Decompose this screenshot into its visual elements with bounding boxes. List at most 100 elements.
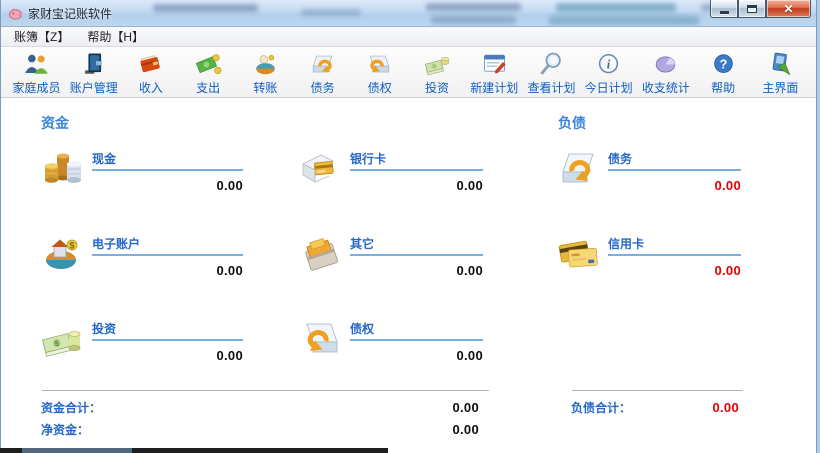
summary-panel: 资金 负债 现金 0.00	[1, 98, 816, 452]
toolbar-button-investment[interactable]: 投资	[409, 51, 466, 96]
income-wallet-icon	[136, 51, 165, 78]
asset-item-bank-card[interactable]: 银行卡 0.00	[299, 148, 483, 193]
toolbar: 家庭成员 账户管理	[1, 47, 816, 98]
item-value: 0.00	[608, 171, 741, 193]
toolbar-label: 主界面	[762, 79, 798, 96]
asset-item-cash[interactable]: 现金 0.00	[41, 148, 243, 193]
item-value: 0.00	[92, 256, 243, 278]
menu-bar: 账簿【Z】 帮助【H】	[1, 27, 816, 47]
glass-blur-artifact	[549, 16, 699, 25]
item-value: 0.00	[92, 341, 243, 363]
toolbar-label: 债务	[311, 79, 335, 96]
toolbar-button-credit[interactable]: 债权	[351, 51, 408, 96]
credit-card-icon	[557, 233, 603, 273]
minimize-button[interactable]	[710, 0, 738, 18]
item-label: 债务	[608, 152, 632, 166]
toolbar-button-view-plan[interactable]: 查看计划	[523, 51, 580, 96]
svg-text:$: $	[69, 241, 74, 251]
liabilities-section-header: 负债	[558, 113, 586, 133]
close-icon: ✕	[783, 3, 793, 15]
menu-help[interactable]: 帮助【H】	[78, 26, 153, 47]
toolbar-button-family-members[interactable]: 家庭成员	[8, 51, 65, 96]
asset-item-investment[interactable]: $ 投资 0.00	[41, 318, 243, 363]
toolbar-label: 投资	[425, 79, 449, 96]
taskbar-sliver	[0, 448, 388, 453]
debt-folder-icon	[308, 51, 337, 78]
toolbar-label: 账户管理	[70, 79, 118, 96]
asset-item-credit[interactable]: 债权 0.00	[299, 318, 483, 363]
toolbar-label: 转账	[253, 79, 277, 96]
maximize-button[interactable]	[738, 0, 766, 18]
liability-item-debt[interactable]: 债务 0.00	[557, 148, 741, 193]
item-label: 债权	[350, 322, 374, 336]
credit-folder-icon	[365, 51, 394, 78]
svg-text:i: i	[607, 57, 611, 71]
toolbar-label: 今日计划	[585, 79, 633, 96]
liabilities-total-divider	[572, 390, 743, 391]
title-bar[interactable]: 家财宝记账软件 ✕	[1, 0, 816, 27]
piggy-bank-app-icon	[8, 6, 23, 21]
taskbar-button-sliver	[22, 448, 132, 453]
restore-icon	[747, 5, 757, 13]
e-account-icon: $	[41, 233, 87, 273]
bank-card-icon	[299, 148, 345, 188]
asset-item-other[interactable]: 其它 0.00	[299, 233, 483, 278]
liabilities-total-value: 0.00	[712, 400, 739, 415]
asset-item-e-account[interactable]: $ 电子账户 0.00	[41, 233, 243, 278]
item-label: 信用卡	[608, 237, 644, 251]
toolbar-label: 新建计划	[470, 79, 518, 96]
toolbar-label: 收支统计	[642, 79, 690, 96]
net-assets-value: 0.00	[452, 422, 479, 437]
toolbar-button-transfer[interactable]: 转账	[237, 51, 294, 96]
other-box-icon	[299, 233, 345, 273]
toolbar-button-debt[interactable]: 债务	[294, 51, 351, 96]
close-button[interactable]: ✕	[766, 0, 811, 18]
liability-item-credit-card[interactable]: 信用卡 0.00	[557, 233, 741, 278]
investment-notes-icon: $	[41, 318, 87, 358]
toolbar-label: 支出	[196, 79, 220, 96]
glass-blur-artifact	[301, 9, 361, 16]
credit-folder-icon	[299, 318, 345, 358]
toolbar-button-account-management[interactable]: 账户管理	[65, 51, 122, 96]
investment-icon	[423, 51, 452, 78]
item-value: 0.00	[350, 171, 483, 193]
toolbar-button-main-screen[interactable]: 主界面	[752, 51, 809, 96]
toolbar-label: 家庭成员	[12, 79, 60, 96]
menu-ledger[interactable]: 账簿【Z】	[5, 26, 78, 47]
item-value: 0.00	[92, 171, 243, 193]
glass-blur-artifact	[431, 16, 516, 24]
toolbar-button-income[interactable]: 收入	[122, 51, 179, 96]
family-icon	[22, 51, 51, 78]
debt-folder-icon	[557, 148, 603, 188]
item-label: 其它	[350, 237, 374, 251]
item-label: 投资	[92, 322, 116, 336]
today-plan-icon: i	[594, 51, 623, 78]
app-window: 家财宝记账软件 ✕ 账簿【Z】 帮助【H】 家庭成员	[0, 0, 817, 453]
toolbar-label: 帮助	[711, 79, 735, 96]
main-screen-icon	[766, 51, 795, 78]
assets-section-header: 资金	[41, 113, 69, 133]
toolbar-label: 收入	[139, 79, 163, 96]
minimize-icon	[720, 11, 729, 14]
coins-icon	[41, 148, 87, 188]
liabilities-total-row: 负债合计： 0.00	[571, 399, 739, 416]
glass-blur-artifact	[556, 3, 676, 12]
toolbar-button-expense[interactable]: 支出	[180, 51, 237, 96]
window-title: 家财宝记账软件	[28, 5, 112, 22]
transfer-icon	[251, 51, 280, 78]
toolbar-button-stats[interactable]: 收支统计	[637, 51, 694, 96]
assets-total-label: 资金合计：	[41, 399, 101, 416]
stats-pie-icon	[651, 51, 680, 78]
toolbar-button-help[interactable]: ? 帮助	[695, 51, 752, 96]
item-value: 0.00	[608, 256, 741, 278]
toolbar-button-today-plan[interactable]: i 今日计划	[580, 51, 637, 96]
toolbar-button-new-plan[interactable]: 新建计划	[466, 51, 523, 96]
assets-total-row: 资金合计： 0.00	[41, 399, 479, 416]
item-label: 现金	[92, 152, 116, 166]
assets-total-value: 0.00	[452, 400, 479, 415]
item-value: 0.00	[350, 341, 483, 363]
account-book-icon	[79, 51, 108, 78]
expense-money-icon	[194, 51, 223, 78]
toolbar-label: 查看计划	[527, 79, 575, 96]
help-icon: ?	[709, 51, 738, 78]
